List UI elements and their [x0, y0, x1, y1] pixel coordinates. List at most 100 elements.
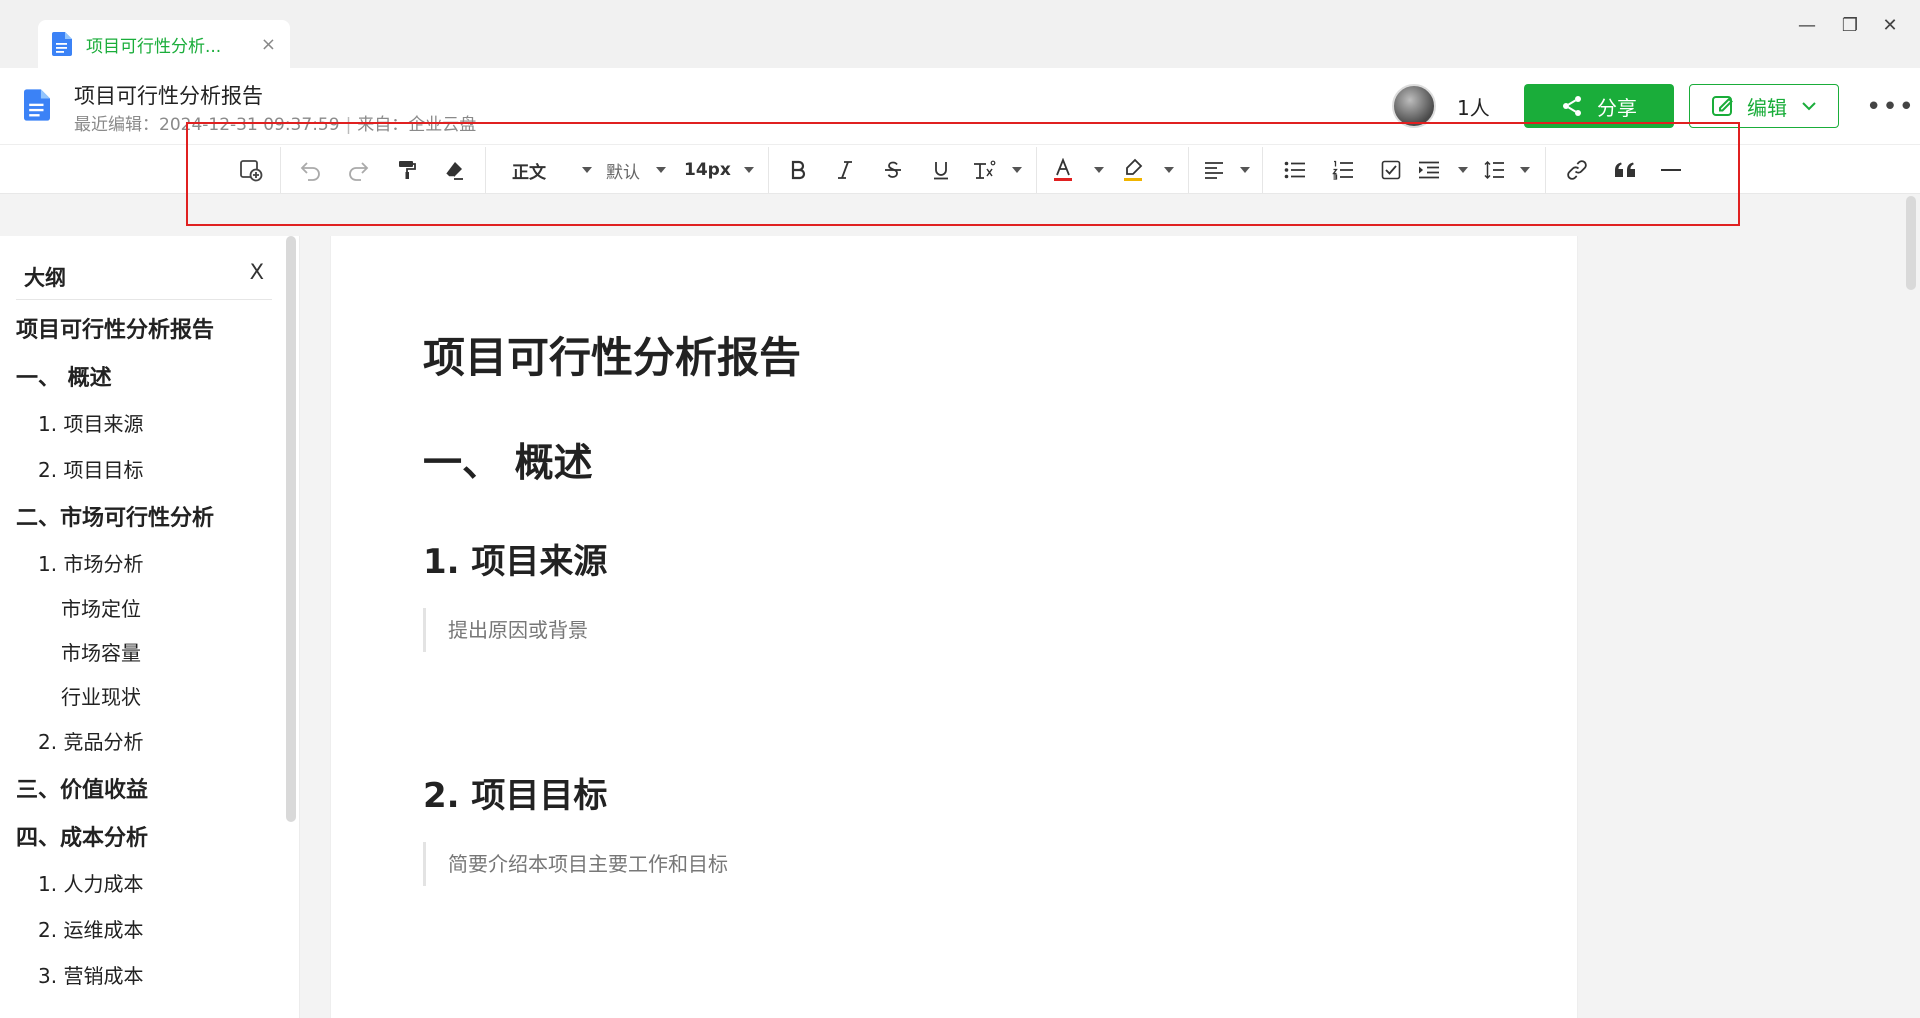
- tab-close-icon[interactable]: ×: [261, 34, 276, 55]
- chevron-down-icon: [1802, 102, 1816, 111]
- outline-item[interactable]: 一、 概述: [16, 360, 112, 392]
- caret-down-icon: [1012, 167, 1022, 173]
- outline-title: 大纲: [24, 266, 66, 290]
- outline-item[interactable]: 2. 运维成本: [38, 914, 143, 943]
- outline-item[interactable]: 二、市场可行性分析: [16, 500, 214, 532]
- outline-item[interactable]: 1. 项目来源: [38, 408, 143, 437]
- redo-icon: [349, 162, 369, 181]
- meta-edited-label: 最近编辑：: [74, 115, 159, 135]
- strikethrough-button[interactable]: [878, 157, 908, 183]
- minimize-icon[interactable]: —: [1787, 10, 1827, 40]
- caret-down-icon: [582, 167, 592, 173]
- align-dropdown[interactable]: [1204, 157, 1250, 183]
- document-quote[interactable]: 简要介绍本项目主要工作和目标: [423, 842, 1123, 886]
- avatar[interactable]: [1392, 84, 1436, 128]
- divider-button[interactable]: [1656, 157, 1686, 183]
- outline-item[interactable]: 四、成本分析: [16, 820, 148, 852]
- caret-down-icon: [1094, 167, 1104, 173]
- document-heading-sub[interactable]: 1. 项目来源: [423, 534, 607, 583]
- paragraph-style-dropdown[interactable]: 正文: [512, 157, 592, 183]
- bullet-list-button[interactable]: [1280, 157, 1310, 183]
- edit-button[interactable]: 编辑: [1689, 84, 1839, 128]
- outline-item[interactable]: 2. 项目目标: [38, 454, 143, 483]
- indent-dropdown[interactable]: [1418, 157, 1468, 183]
- document-heading-section[interactable]: 一、 概述: [423, 432, 593, 488]
- restore-icon[interactable]: ❐: [1830, 10, 1870, 40]
- align-left-icon: [1205, 162, 1223, 179]
- superscript-dropdown[interactable]: [972, 157, 1022, 183]
- checklist-button[interactable]: [1376, 157, 1406, 183]
- document-quote[interactable]: 提出原因或背景: [423, 608, 1123, 652]
- font-family-value: 默认: [606, 162, 640, 183]
- outline-item[interactable]: 市场定位: [61, 593, 141, 622]
- clear-format-button[interactable]: [439, 157, 469, 183]
- italic-icon: [838, 161, 852, 179]
- line-spacing-dropdown[interactable]: [1484, 157, 1530, 183]
- toolbar-separator: [485, 147, 486, 193]
- document-heading-title[interactable]: 项目可行性分析报告: [423, 324, 801, 385]
- quote-icon: [1615, 162, 1635, 177]
- underline-button[interactable]: [926, 157, 956, 183]
- quote-button[interactable]: [1610, 157, 1640, 183]
- highlight-icon: [1124, 158, 1143, 181]
- outline-scrollbar[interactable]: [286, 236, 296, 822]
- bold-button[interactable]: [783, 157, 813, 183]
- insert-icon: [240, 160, 263, 182]
- insert-button[interactable]: [236, 157, 266, 183]
- redo-button[interactable]: [343, 157, 373, 183]
- font-family-dropdown[interactable]: 默认: [606, 157, 666, 183]
- outline-item[interactable]: 行业现状: [61, 681, 141, 710]
- format-painter-icon: [399, 161, 416, 179]
- eraser-icon: [445, 162, 463, 180]
- paragraph-style-value: 正文: [512, 162, 546, 183]
- font-color-dropdown[interactable]: [1052, 157, 1104, 183]
- outline-item[interactable]: 市场容量: [61, 637, 141, 666]
- toolbar-separator: [1036, 147, 1037, 193]
- tab-document[interactable]: 项目可行性分析... ×: [38, 20, 290, 68]
- numbered-list-icon: [1332, 160, 1353, 180]
- caret-down-icon: [656, 167, 666, 173]
- document-scrollbar[interactable]: [1906, 196, 1916, 290]
- toolbar-separator: [280, 147, 281, 193]
- share-button[interactable]: 分享: [1524, 84, 1674, 128]
- font-color-icon: [1054, 158, 1072, 181]
- checklist-icon: [1381, 160, 1401, 180]
- italic-button[interactable]: [830, 157, 860, 183]
- strikethrough-icon: [885, 161, 901, 178]
- document-title: 项目可行性分析报告: [74, 84, 263, 108]
- bullet-list-icon: [1284, 161, 1305, 179]
- meta-source: 来自：企业云盘: [357, 115, 477, 135]
- highlight-dropdown[interactable]: [1122, 157, 1174, 183]
- outline-header: 大纲 X: [16, 236, 272, 300]
- indent-icon: [1419, 161, 1439, 179]
- formatting-toolbar: 正文 默认 14px: [0, 144, 1920, 194]
- line-spacing-icon: [1484, 160, 1504, 180]
- outline-item[interactable]: 1. 人力成本: [38, 868, 143, 897]
- tab-bar: 项目可行性分析... × — ❐ ✕: [0, 0, 1920, 68]
- font-size-value: 14px: [684, 160, 731, 180]
- window-close-icon[interactable]: ✕: [1870, 10, 1910, 40]
- numbered-list-button[interactable]: [1328, 157, 1358, 183]
- format-painter-button[interactable]: [392, 157, 422, 183]
- edit-label: 编辑: [1747, 95, 1787, 120]
- users-count[interactable]: 1人: [1457, 92, 1490, 121]
- link-button[interactable]: [1562, 157, 1592, 183]
- more-options-icon[interactable]: •••: [1866, 92, 1915, 122]
- caret-down-icon: [1240, 167, 1250, 173]
- meta-separator: |: [345, 115, 352, 135]
- font-size-dropdown[interactable]: 14px: [684, 157, 754, 183]
- outline-close-button[interactable]: X: [250, 260, 264, 284]
- toolbar-separator: [768, 147, 769, 193]
- undo-button[interactable]: [296, 157, 326, 183]
- caret-down-icon: [744, 167, 754, 173]
- document-page[interactable]: 项目可行性分析报告 一、 概述 1. 项目来源 提出原因或背景 2. 项目目标 …: [330, 236, 1578, 1018]
- outline-item[interactable]: 项目可行性分析报告: [16, 312, 214, 344]
- link-icon: [1567, 160, 1587, 180]
- outline-item[interactable]: 三、价值收益: [16, 772, 148, 804]
- document-icon: [52, 32, 72, 56]
- outline-item[interactable]: 3. 营销成本: [38, 960, 143, 989]
- superscript-icon: [974, 160, 996, 179]
- document-heading-sub[interactable]: 2. 项目目标: [423, 768, 607, 817]
- outline-item[interactable]: 1. 市场分析: [38, 548, 143, 577]
- outline-item[interactable]: 2. 竞品分析: [38, 726, 143, 755]
